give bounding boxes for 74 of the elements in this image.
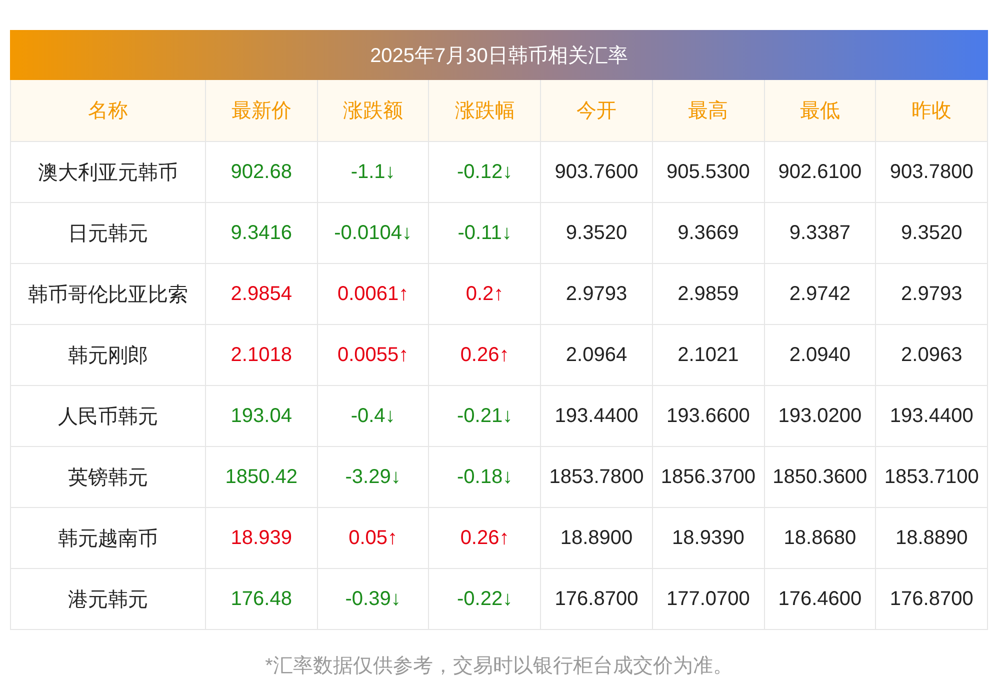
table-cell: 193.4400 bbox=[541, 386, 653, 447]
table-cell: 2.0964 bbox=[541, 325, 653, 386]
table-cell: 9.3520 bbox=[541, 203, 653, 264]
table-cell: 176.4600 bbox=[764, 569, 876, 630]
table-cell: 韩元刚郎 bbox=[11, 325, 206, 386]
table-cell: 9.3520 bbox=[876, 203, 988, 264]
table-cell: 0.0061↑ bbox=[318, 264, 430, 325]
table-cell: 2.1021 bbox=[652, 325, 765, 386]
footnote: *汇率数据仅供参考，交易时以银行柜台成交价为准。 bbox=[264, 654, 734, 679]
table-cell: 902.6100 bbox=[764, 142, 876, 203]
table-cell: -0.11↓ bbox=[429, 203, 542, 264]
table-cell: 英镑韩元 bbox=[11, 447, 206, 508]
column-header: 涨跌幅 bbox=[429, 80, 542, 142]
column-header: 名称 bbox=[11, 80, 206, 142]
table-cell: 902.68 bbox=[206, 142, 318, 203]
column-header: 最高 bbox=[652, 80, 765, 142]
table-cell: 1853.7100 bbox=[876, 447, 988, 508]
column-header: 涨跌额 bbox=[318, 80, 430, 142]
table-cell: -0.22↓ bbox=[429, 569, 542, 630]
table-cell: 韩元越南币 bbox=[11, 508, 206, 569]
table-cell: 9.3669 bbox=[652, 203, 765, 264]
table-cell: 176.8700 bbox=[541, 569, 653, 630]
table-cell: 9.3387 bbox=[764, 203, 876, 264]
table-cell: -0.4↓ bbox=[318, 386, 430, 447]
table-cell: 0.2↑ bbox=[429, 264, 542, 325]
table-cell: 177.0700 bbox=[652, 569, 765, 630]
table-cell: 港元韩元 bbox=[11, 569, 206, 630]
table-cell: 2.1018 bbox=[206, 325, 318, 386]
table-cell: 2.9859 bbox=[652, 264, 765, 325]
table-cell: 澳大利亚元韩币 bbox=[11, 142, 206, 203]
table-title: 2025年7月30日韩币相关汇率 bbox=[10, 30, 988, 80]
table-cell: 176.48 bbox=[206, 569, 318, 630]
table-cell: 193.4400 bbox=[876, 386, 988, 447]
table-cell: 905.5300 bbox=[652, 142, 765, 203]
table-cell: 1850.42 bbox=[206, 447, 318, 508]
table-cell: -0.18↓ bbox=[429, 447, 542, 508]
table-cell: 18.8680 bbox=[764, 508, 876, 569]
table-cell: -0.21↓ bbox=[429, 386, 542, 447]
column-header: 最低 bbox=[764, 80, 876, 142]
table-cell: -1.1↓ bbox=[318, 142, 430, 203]
table-cell: 韩币哥伦比亚比索 bbox=[11, 264, 206, 325]
table-cell: 0.0055↑ bbox=[318, 325, 430, 386]
table-cell: 0.05↑ bbox=[318, 508, 430, 569]
table-cell: 2.0940 bbox=[764, 325, 876, 386]
column-header: 今开 bbox=[541, 80, 653, 142]
table-cell: 0.26↑ bbox=[429, 508, 542, 569]
column-header: 最新价 bbox=[206, 80, 318, 142]
table-cell: 9.3416 bbox=[206, 203, 318, 264]
table-cell: -0.12↓ bbox=[429, 142, 542, 203]
table-cell: 1853.7800 bbox=[541, 447, 653, 508]
table-cell: -3.29↓ bbox=[318, 447, 430, 508]
table-cell: 1850.3600 bbox=[764, 447, 876, 508]
table-cell: 2.9793 bbox=[876, 264, 988, 325]
table-cell: 18.8890 bbox=[876, 508, 988, 569]
table-cell: 2.9742 bbox=[764, 264, 876, 325]
table-cell: 2.0963 bbox=[876, 325, 988, 386]
table-cell: 0.26↑ bbox=[429, 325, 542, 386]
table-cell: 176.8700 bbox=[876, 569, 988, 630]
table-cell: 18.9390 bbox=[652, 508, 765, 569]
table-cell: -0.0104↓ bbox=[318, 203, 430, 264]
table-cell: 日元韩元 bbox=[11, 203, 206, 264]
table-cell: 193.04 bbox=[206, 386, 318, 447]
table-cell: 2.9793 bbox=[541, 264, 653, 325]
table-cell: -0.39↓ bbox=[318, 569, 430, 630]
table-cell: 1856.3700 bbox=[652, 447, 765, 508]
table-cell: 人民币韩元 bbox=[11, 386, 206, 447]
table-cell: 18.8900 bbox=[541, 508, 653, 569]
column-header: 昨收 bbox=[876, 80, 988, 142]
table-cell: 18.939 bbox=[206, 508, 318, 569]
table-cell: 193.0200 bbox=[764, 386, 876, 447]
table-cell: 903.7800 bbox=[876, 142, 988, 203]
table-cell: 903.7600 bbox=[541, 142, 653, 203]
table-cell: 2.9854 bbox=[206, 264, 318, 325]
table-cell: 193.6600 bbox=[652, 386, 765, 447]
